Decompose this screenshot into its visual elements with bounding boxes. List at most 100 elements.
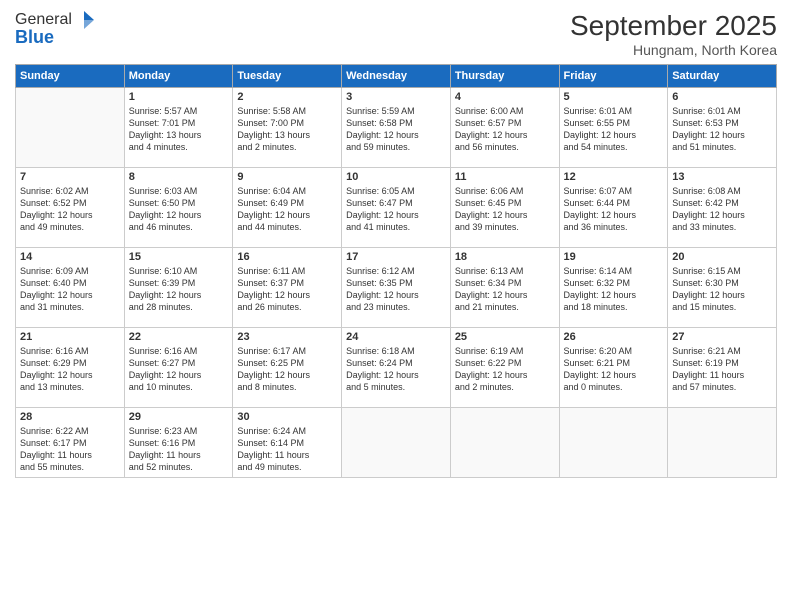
day-info: Sunrise: 6:15 AMSunset: 6:30 PMDaylight:… [672, 265, 772, 314]
day-number: 30 [237, 411, 337, 423]
day-number: 22 [129, 331, 229, 343]
calendar-cell: 11 Sunrise: 6:06 AMSunset: 6:45 PMDayligh… [450, 168, 559, 248]
day-info: Sunrise: 6:04 AMSunset: 6:49 PMDaylight:… [237, 185, 337, 234]
calendar-cell: 24 Sunrise: 6:18 AMSunset: 6:24 PMDayligh… [342, 328, 451, 408]
day-info: Sunrise: 6:12 AMSunset: 6:35 PMDaylight:… [346, 265, 446, 314]
day-info: Sunrise: 6:07 AMSunset: 6:44 PMDaylight:… [564, 185, 664, 234]
day-info: Sunrise: 6:17 AMSunset: 6:25 PMDaylight:… [237, 345, 337, 394]
calendar-cell: 22 Sunrise: 6:16 AMSunset: 6:27 PMDayligh… [124, 328, 233, 408]
calendar-cell: 7 Sunrise: 6:02 AMSunset: 6:52 PMDaylight… [16, 168, 125, 248]
day-number: 19 [564, 251, 664, 263]
day-info: Sunrise: 6:18 AMSunset: 6:24 PMDaylight:… [346, 345, 446, 394]
day-number: 26 [564, 331, 664, 343]
day-info: Sunrise: 6:03 AMSunset: 6:50 PMDaylight:… [129, 185, 229, 234]
day-number: 1 [129, 91, 229, 103]
calendar-cell: 13Sunrise: 6:08 AMSunset: 6:42 PMDayligh… [668, 168, 777, 248]
day-number: 14 [20, 251, 120, 263]
day-info: Sunrise: 6:09 AMSunset: 6:40 PMDaylight:… [20, 265, 120, 314]
day-info: Sunrise: 6:13 AMSunset: 6:34 PMDaylight:… [455, 265, 555, 314]
location-subtitle: Hungnam, North Korea [570, 42, 777, 58]
day-info: Sunrise: 6:11 AMSunset: 6:37 PMDaylight:… [237, 265, 337, 314]
day-number: 24 [346, 331, 446, 343]
day-number: 16 [237, 251, 337, 263]
logo: General Blue [15, 10, 94, 48]
calendar-cell: 23 Sunrise: 6:17 AMSunset: 6:25 PMDayligh… [233, 328, 342, 408]
calendar-cell: 30 Sunrise: 6:24 AMSunset: 6:14 PMDayligh… [233, 408, 342, 478]
calendar-cell: 17 Sunrise: 6:12 AMSunset: 6:35 PMDayligh… [342, 248, 451, 328]
day-of-week-header: Wednesday [342, 65, 451, 88]
day-of-week-header: Sunday [16, 65, 125, 88]
day-info: Sunrise: 6:23 AMSunset: 6:16 PMDaylight:… [129, 425, 229, 474]
calendar-table: SundayMondayTuesdayWednesdayThursdayFrid… [15, 64, 777, 478]
calendar-cell: 3 Sunrise: 5:59 AMSunset: 6:58 PMDaylight… [342, 88, 451, 168]
day-number: 23 [237, 331, 337, 343]
calendar-cell: 26Sunrise: 6:20 AMSunset: 6:21 PMDayligh… [559, 328, 668, 408]
day-number: 18 [455, 251, 555, 263]
calendar-cell: 15 Sunrise: 6:10 AMSunset: 6:39 PMDayligh… [124, 248, 233, 328]
day-info: Sunrise: 6:19 AMSunset: 6:22 PMDaylight:… [455, 345, 555, 394]
calendar-cell: 8 Sunrise: 6:03 AMSunset: 6:50 PMDaylight… [124, 168, 233, 248]
day-info: Sunrise: 5:58 AMSunset: 7:00 PMDaylight:… [237, 105, 337, 154]
day-info: Sunrise: 5:57 AMSunset: 7:01 PMDaylight:… [129, 105, 229, 154]
calendar-cell: 25 Sunrise: 6:19 AMSunset: 6:22 PMDayligh… [450, 328, 559, 408]
day-number: 25 [455, 331, 555, 343]
calendar-cell [450, 408, 559, 478]
day-of-week-header: Saturday [668, 65, 777, 88]
day-info: Sunrise: 6:00 AMSunset: 6:57 PMDaylight:… [455, 105, 555, 154]
day-info: Sunrise: 6:02 AMSunset: 6:52 PMDaylight:… [20, 185, 120, 234]
day-info: Sunrise: 6:16 AMSunset: 6:29 PMDaylight:… [20, 345, 120, 394]
day-info: Sunrise: 6:14 AMSunset: 6:32 PMDaylight:… [564, 265, 664, 314]
logo-flag-icon [74, 10, 94, 30]
logo-text-block: General Blue [15, 10, 94, 48]
day-info: Sunrise: 6:10 AMSunset: 6:39 PMDaylight:… [129, 265, 229, 314]
day-number: 17 [346, 251, 446, 263]
header: General Blue September 2025 Hungnam, Nor… [15, 10, 777, 58]
calendar-cell: 28 Sunrise: 6:22 AMSunset: 6:17 PMDayligh… [16, 408, 125, 478]
calendar-cell: 16 Sunrise: 6:11 AMSunset: 6:37 PMDayligh… [233, 248, 342, 328]
day-info: Sunrise: 6:16 AMSunset: 6:27 PMDaylight:… [129, 345, 229, 394]
calendar-cell: 2Sunrise: 5:58 AMSunset: 7:00 PMDaylight… [233, 88, 342, 168]
calendar-cell [668, 408, 777, 478]
day-number: 4 [455, 91, 555, 103]
day-number: 28 [20, 411, 120, 423]
day-of-week-header: Monday [124, 65, 233, 88]
day-info: Sunrise: 6:06 AMSunset: 6:45 PMDaylight:… [455, 185, 555, 234]
page: General Blue September 2025 Hungnam, Nor… [0, 0, 792, 612]
calendar-cell: 5 Sunrise: 6:01 AMSunset: 6:55 PMDaylight… [559, 88, 668, 168]
day-info: Sunrise: 5:59 AMSunset: 6:58 PMDaylight:… [346, 105, 446, 154]
calendar-cell [342, 408, 451, 478]
calendar-cell [16, 88, 125, 168]
day-info: Sunrise: 6:22 AMSunset: 6:17 PMDaylight:… [20, 425, 120, 474]
calendar-cell [559, 408, 668, 478]
calendar-header-row: SundayMondayTuesdayWednesdayThursdayFrid… [16, 65, 777, 88]
day-number: 7 [20, 171, 120, 183]
calendar-cell: 4 Sunrise: 6:00 AMSunset: 6:57 PMDaylight… [450, 88, 559, 168]
calendar-cell: 21Sunrise: 6:16 AMSunset: 6:29 PMDayligh… [16, 328, 125, 408]
day-of-week-header: Thursday [450, 65, 559, 88]
day-number: 20 [672, 251, 772, 263]
calendar-cell: 14 Sunrise: 6:09 AMSunset: 6:40 PMDayligh… [16, 248, 125, 328]
calendar-cell: 19 Sunrise: 6:14 AMSunset: 6:32 PMDayligh… [559, 248, 668, 328]
day-number: 11 [455, 171, 555, 183]
day-number: 15 [129, 251, 229, 263]
day-info: Sunrise: 6:01 AMSunset: 6:55 PMDaylight:… [564, 105, 664, 154]
calendar-cell: 29 Sunrise: 6:23 AMSunset: 6:16 PMDayligh… [124, 408, 233, 478]
day-number: 3 [346, 91, 446, 103]
day-info: Sunrise: 6:24 AMSunset: 6:14 PMDaylight:… [237, 425, 337, 474]
day-number: 9 [237, 171, 337, 183]
calendar-cell: 10 Sunrise: 6:05 AMSunset: 6:47 PMDayligh… [342, 168, 451, 248]
title-block: September 2025 Hungnam, North Korea [570, 10, 777, 58]
calendar-cell: 27Sunrise: 6:21 AMSunset: 6:19 PMDayligh… [668, 328, 777, 408]
calendar-cell: 12 Sunrise: 6:07 AMSunset: 6:44 PMDayligh… [559, 168, 668, 248]
day-number: 5 [564, 91, 664, 103]
day-info: Sunrise: 6:01 AMSunset: 6:53 PMDaylight:… [672, 105, 772, 154]
day-number: 12 [564, 171, 664, 183]
day-number: 8 [129, 171, 229, 183]
month-title: September 2025 [570, 10, 777, 42]
day-info: Sunrise: 6:05 AMSunset: 6:47 PMDaylight:… [346, 185, 446, 234]
day-number: 29 [129, 411, 229, 423]
day-number: 10 [346, 171, 446, 183]
day-number: 27 [672, 331, 772, 343]
calendar-cell: 18 Sunrise: 6:13 AMSunset: 6:34 PMDayligh… [450, 248, 559, 328]
day-number: 6 [672, 91, 772, 103]
